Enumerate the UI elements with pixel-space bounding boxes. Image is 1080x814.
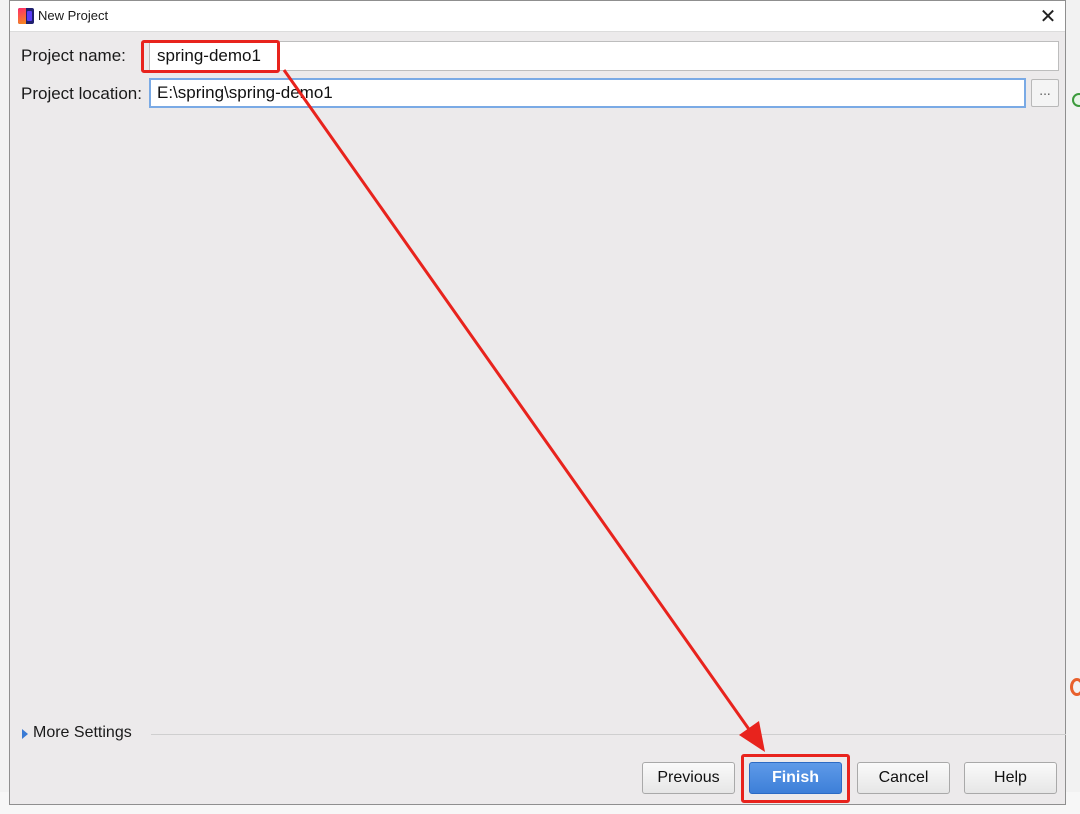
background-editor-right-edge (1066, 0, 1080, 814)
browse-location-button[interactable]: ... (1031, 79, 1059, 107)
status-indicator-icon (1072, 93, 1080, 107)
project-location-label: Project location: (21, 84, 142, 103)
project-name-input[interactable] (149, 41, 1059, 71)
more-settings-label: More Settings (33, 724, 132, 741)
intellij-app-icon (18, 8, 34, 24)
dialog-titlebar: New Project ✕ (10, 1, 1065, 32)
more-settings-toggle[interactable]: More Settings (20, 723, 1066, 747)
dialog-title: New Project (38, 8, 109, 23)
cancel-button[interactable]: Cancel (857, 762, 950, 794)
finish-button[interactable]: Finish (749, 762, 842, 794)
expand-triangle-icon (22, 729, 28, 739)
project-name-label: Project name: (21, 46, 126, 65)
previous-button[interactable]: Previous (642, 762, 735, 794)
screen: New Project ✕ Project name: Project loca… (0, 0, 1080, 814)
close-icon[interactable]: ✕ (1037, 5, 1059, 27)
project-location-input[interactable] (149, 78, 1026, 108)
section-separator (151, 734, 1066, 735)
new-project-dialog: New Project ✕ Project name: Project loca… (9, 0, 1066, 805)
annotation-mark-icon (1070, 678, 1080, 696)
help-button[interactable]: Help (964, 762, 1057, 794)
